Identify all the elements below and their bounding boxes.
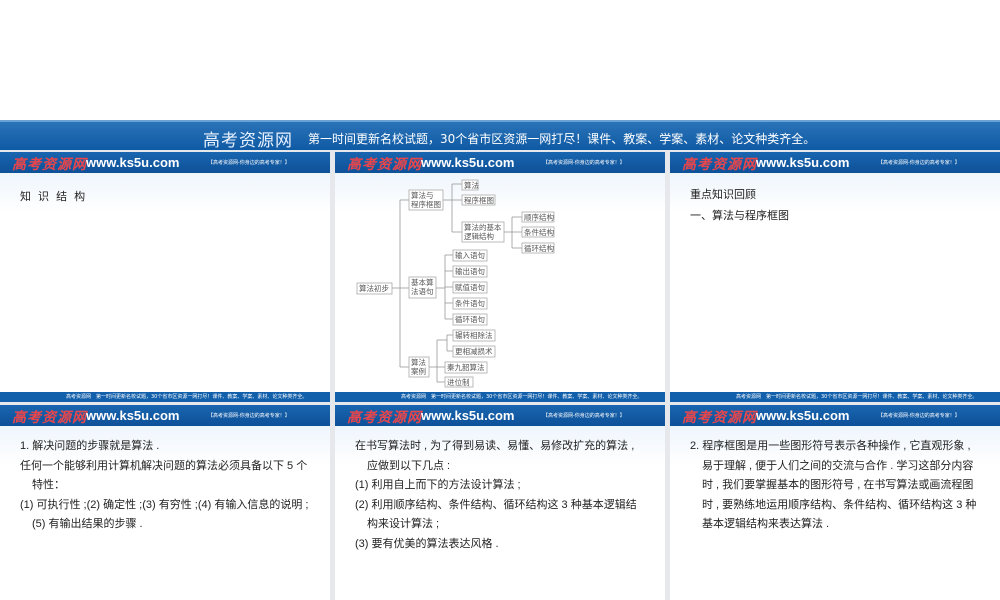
slide-header: 高考资源网 www.ks5u.com 【高考资源网-你身边的高考专家！】	[670, 405, 1000, 426]
diagram-node-label: 条件语句	[455, 298, 485, 308]
diagram-node-g2a: 输入语句	[452, 249, 488, 262]
diagram-node-g1b: 程序框图	[461, 194, 496, 206]
slide-footer: 高考资源网 第一时间更新名校试题，30个省市区资源一网打尽！课件、教案、学案、素…	[335, 392, 665, 402]
diagram-node-label: 法语句	[411, 286, 434, 296]
diagram-node-g2d: 条件语句	[452, 297, 488, 310]
diagram-node-g1: 算法与程序框图	[408, 189, 444, 211]
logo: 高考资源网	[682, 410, 757, 426]
diagram-node-g2c: 赋值语句	[452, 281, 488, 294]
diagram-node-label: 逻辑结构	[464, 231, 494, 241]
site-url: www.ks5u.com	[756, 155, 850, 170]
diagram-node-g3c: 秦九韶算法	[444, 361, 488, 374]
diagram-node-label: 循环结构	[524, 243, 554, 253]
diagram-node-g2e: 循环语句	[452, 313, 488, 326]
logo: 高考资源网	[12, 410, 87, 426]
diagram-node-label: 基本算	[411, 277, 434, 287]
slide-2[interactable]: 高考资源网 www.ks5u.com 【高考资源网-你身边的高考专家！】 算法初步算…	[335, 152, 665, 402]
section-title: 重点知识回顾	[690, 189, 756, 201]
diagram-node-label: 算法	[411, 357, 426, 367]
diagram-node-g3b: 更相减损术	[452, 345, 496, 358]
diagram-node-g3a: 辗转相除法	[452, 329, 496, 342]
diagram-node-label: 顺序结构	[524, 212, 554, 222]
diagram-node-label: 进位制	[447, 377, 470, 387]
diagram-node-label: 输入语句	[455, 250, 485, 260]
diagram-node-g1a: 算法	[461, 179, 479, 191]
tagline: 【高考资源网-你身边的高考专家！】	[878, 413, 960, 419]
logo: 高考资源网	[12, 157, 87, 173]
paragraph: 1. 解决问题的步骤就是算法 .	[20, 440, 160, 452]
diagram-node-label: 赋值语句	[455, 282, 485, 292]
diagram-node-g3: 算法案例	[408, 356, 430, 378]
tagline: 【高考资源网-你身边的高考专家！】	[878, 160, 960, 166]
diagram-node-label: 更相减损术	[455, 346, 493, 356]
diagram-node-label: 案例	[411, 366, 426, 376]
diagram-node-s3: 循环结构	[521, 242, 554, 254]
logo: 高考资源网	[347, 410, 422, 426]
slide-3[interactable]: 高考资源网 www.ks5u.com 【高考资源网-你身边的高考专家！】 重点知识回…	[670, 152, 1000, 402]
slide-4[interactable]: 高考资源网 www.ks5u.com 【高考资源网-你身边的高考专家！】 1. 解决…	[0, 405, 330, 600]
tagline: 【高考资源网-你身边的高考专家！】	[208, 160, 290, 166]
tagline: 【高考资源网-你身边的高考专家！】	[543, 413, 625, 419]
diagram-node-g2: 基本算法语句	[408, 276, 437, 299]
diagram-node-g2b: 输出语句	[452, 265, 488, 278]
paragraph: 任何一个能够利用计算机解决问题的算法必须具备以下 5 个特性：	[20, 459, 308, 492]
top-banner: 高考资源网 第一时间更新名校试题，30个省市区资源一网打尽！课件、教案、学案、素…	[0, 120, 1000, 151]
site-url: www.ks5u.com	[86, 155, 180, 170]
diagram-node-label: 算法	[464, 180, 479, 190]
diagram-node-s2: 条件结构	[521, 226, 554, 238]
diagram-node-label: 辗转相除法	[455, 330, 493, 340]
diagram-node-s1: 顺序结构	[521, 211, 554, 223]
diagram-node-label: 算法初步	[359, 283, 389, 293]
logo: 高考资源网	[682, 157, 757, 173]
paragraph: 2. 程序框图是用一些图形符号表示各种操作 , 它直观形象 , 易于理解 , 便…	[690, 440, 977, 530]
diagram-node-label: 循环语句	[455, 314, 485, 324]
site-url: www.ks5u.com	[756, 408, 850, 423]
diagram-node-g3d: 进位制	[444, 376, 474, 388]
diagram-node-g1c: 算法的基本逻辑结构	[461, 221, 505, 243]
section-subtitle: 一、算法与程序框图	[690, 210, 789, 222]
slide-header: 高考资源网 www.ks5u.com 【高考资源网-你身边的高考专家！】	[0, 405, 330, 426]
banner-site-name: 高考资源网	[203, 131, 293, 151]
paragraph: (1) 可执行性 ;(2) 确定性 ;(3) 有穷性 ;(4) 有输入信息的说明…	[20, 498, 309, 531]
paragraph: (2) 利用顺序结构、条件结构、循环结构这 3 种基本逻辑结构来设计算法 ;	[355, 498, 637, 531]
slide-1[interactable]: 高考资源网 www.ks5u.com 【高考资源网-你身边的高考专家！】 知 识 结…	[0, 152, 330, 402]
knowledge-tree-diagram: 算法初步算法与程序框图算法程序框图算法的基本逻辑结构顺序结构条件结构循环结构基本…	[356, 179, 554, 388]
diagram-node-label: 程序框图	[464, 195, 494, 205]
banner-slogan: 第一时间更新名校试题，30个省市区资源一网打尽！课件、教案、学案、素材、论文种类…	[308, 132, 816, 146]
slide-footer: 高考资源网 第一时间更新名校试题，30个省市区资源一网打尽！课件、教案、学案、素…	[0, 392, 330, 402]
diagram-node-label: 程序框图	[411, 199, 441, 209]
slide-footer: 高考资源网 第一时间更新名校试题，30个省市区资源一网打尽！课件、教案、学案、素…	[670, 392, 1000, 402]
slide-header: 高考资源网 www.ks5u.com 【高考资源网-你身边的高考专家！】	[335, 405, 665, 426]
diagram-node-root: 算法初步	[356, 282, 393, 295]
slide-5[interactable]: 高考资源网 www.ks5u.com 【高考资源网-你身边的高考专家！】 在书写算法…	[335, 405, 665, 600]
diagram-node-label: 秦九韶算法	[447, 362, 485, 372]
diagram-node-label: 算法与	[411, 190, 434, 200]
paragraph: (3) 要有优美的算法表达风格 .	[355, 537, 499, 550]
site-url: www.ks5u.com	[421, 408, 515, 423]
diagram-node-label: 算法的基本	[464, 222, 502, 232]
slide-header: 高考资源网 www.ks5u.com 【高考资源网-你身边的高考专家！】	[670, 152, 1000, 173]
diagram-node-label: 输出语句	[455, 266, 485, 276]
slide-header: 高考资源网 www.ks5u.com 【高考资源网-你身边的高考专家！】	[0, 152, 330, 173]
paragraph: 在书写算法时 , 为了得到易读、易懂、易修改扩充的算法 , 应做到以下几点 :	[355, 440, 635, 472]
slide-6[interactable]: 高考资源网 www.ks5u.com 【高考资源网-你身边的高考专家！】 2. 程序…	[670, 405, 1000, 600]
tagline: 【高考资源网-你身边的高考专家！】	[208, 413, 290, 419]
site-url: www.ks5u.com	[86, 408, 180, 423]
paragraph: (1) 利用自上而下的方法设计算法 ;	[355, 479, 521, 491]
diagram-node-label: 条件结构	[524, 227, 554, 237]
slide-title: 知 识 结 构	[20, 191, 88, 203]
